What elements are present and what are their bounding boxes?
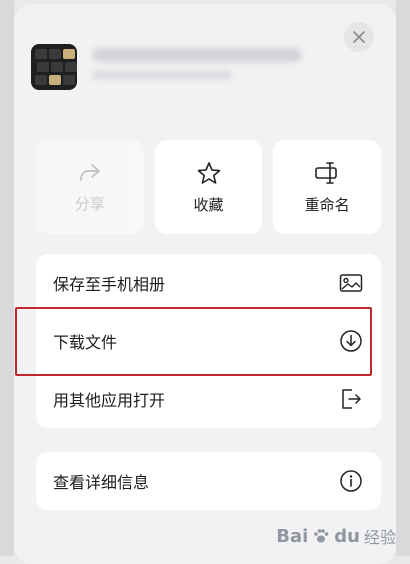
action-sheet: 分享 收藏 重命名 保存至手机相册 下载文件 用其他应用打开 查看详细信息	[14, 4, 396, 564]
rename-button[interactable]: 重命名	[273, 140, 382, 234]
quick-actions: 分享 收藏 重命名	[36, 140, 382, 234]
share-label: 分享	[74, 194, 105, 213]
view-details-label: 查看详细信息	[53, 473, 150, 492]
backdrop-left	[0, 0, 14, 556]
backdrop-right	[396, 0, 410, 556]
external-open-icon	[338, 386, 364, 412]
share-button[interactable]: 分享	[36, 140, 144, 234]
highlight-annotation-box	[15, 307, 372, 376]
close-icon	[353, 31, 365, 43]
info-icon	[338, 468, 364, 494]
close-button[interactable]	[344, 22, 374, 52]
star-icon	[197, 161, 220, 184]
view-details-item[interactable]: 查看详细信息	[36, 452, 381, 510]
file-thumbnail	[31, 44, 77, 90]
watermark-sub: 经验	[363, 528, 396, 547]
photo-icon	[338, 270, 364, 296]
watermark-brand: Bai	[276, 525, 309, 547]
save-to-album-item[interactable]: 保存至手机相册	[36, 254, 381, 312]
details-list: 查看详细信息	[36, 452, 381, 510]
rename-label: 重命名	[304, 195, 350, 214]
file-name-blurred	[92, 48, 302, 62]
paw-icon	[314, 529, 329, 543]
watermark-brand-suffix: du	[334, 525, 360, 547]
file-meta-blurred	[92, 70, 232, 80]
open-with-other-app-item[interactable]: 用其他应用打开	[36, 370, 381, 428]
rename-icon	[315, 161, 337, 184]
favorite-label: 收藏	[193, 195, 224, 214]
share-icon	[79, 163, 100, 181]
open-with-other-app-label: 用其他应用打开	[53, 391, 166, 410]
baidu-watermark: Bai du 经验	[276, 524, 396, 548]
save-to-album-label: 保存至手机相册	[53, 275, 166, 294]
favorite-button[interactable]: 收藏	[154, 140, 263, 234]
